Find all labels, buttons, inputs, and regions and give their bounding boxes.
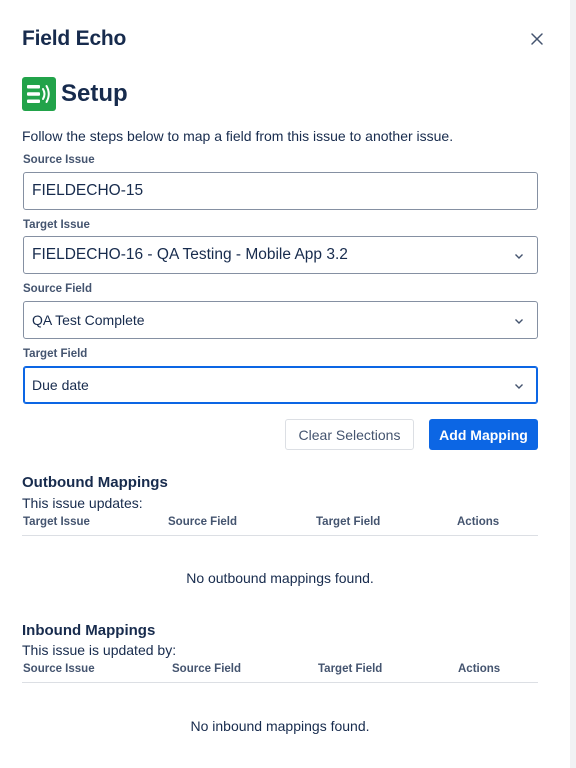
column-header: Target Field [316, 516, 381, 528]
chevron-down-icon [515, 384, 523, 389]
inbound-subtitle: This issue is updated by: [22, 642, 177, 658]
target-issue-select[interactable]: FIELDECHO-16 - QA Testing - Mobile App 3… [23, 236, 538, 274]
column-header: Source Issue [23, 663, 95, 675]
app-title: Field Echo [22, 27, 127, 50]
column-header: Target Issue [23, 516, 90, 528]
chevron-down-icon [515, 319, 523, 324]
target-field-value: Due date [32, 377, 89, 393]
page-title: Setup [61, 80, 128, 107]
scrollbar-track [570, 0, 576, 768]
target-issue-value: FIELDECHO-16 - QA Testing - Mobile App 3… [32, 246, 348, 263]
setup-header: Setup [22, 74, 128, 114]
source-issue-label: Source Issue [23, 154, 95, 166]
outbound-title: Outbound Mappings [22, 474, 168, 491]
source-issue-field[interactable]: FIELDECHO-15 [23, 172, 538, 210]
source-field-select[interactable]: QA Test Complete [23, 301, 538, 339]
source-issue-value: FIELDECHO-15 [32, 182, 144, 199]
target-issue-label: Target Issue [23, 219, 90, 231]
inbound-empty-message: No inbound mappings found. [190, 718, 370, 734]
clear-selections-button[interactable]: Clear Selections [285, 419, 414, 450]
outbound-table-header: Target Issue Source Field Target Field A… [22, 515, 538, 536]
column-header: Target Field [318, 663, 383, 675]
column-header: Source Field [168, 516, 238, 528]
chevron-down-icon [515, 254, 523, 259]
inbound-title: Inbound Mappings [22, 622, 156, 639]
source-field-value: QA Test Complete [32, 312, 145, 328]
outbound-empty-message: No outbound mappings found. [186, 570, 374, 586]
target-field-label: Target Field [23, 348, 88, 360]
intro-text: Follow the steps below to map a field fr… [22, 128, 454, 144]
target-field-select[interactable]: Due date [23, 366, 538, 404]
source-field-label: Source Field [23, 283, 93, 295]
column-header: Actions [457, 516, 500, 528]
column-header: Source Field [172, 663, 242, 675]
field-echo-logo [22, 77, 56, 111]
close-icon[interactable] [528, 30, 546, 48]
add-mapping-button[interactable]: Add Mapping [429, 419, 538, 450]
outbound-subtitle: This issue updates: [22, 495, 143, 511]
column-header: Actions [458, 663, 501, 675]
inbound-table-header: Source Issue Source Field Target Field A… [22, 662, 538, 683]
